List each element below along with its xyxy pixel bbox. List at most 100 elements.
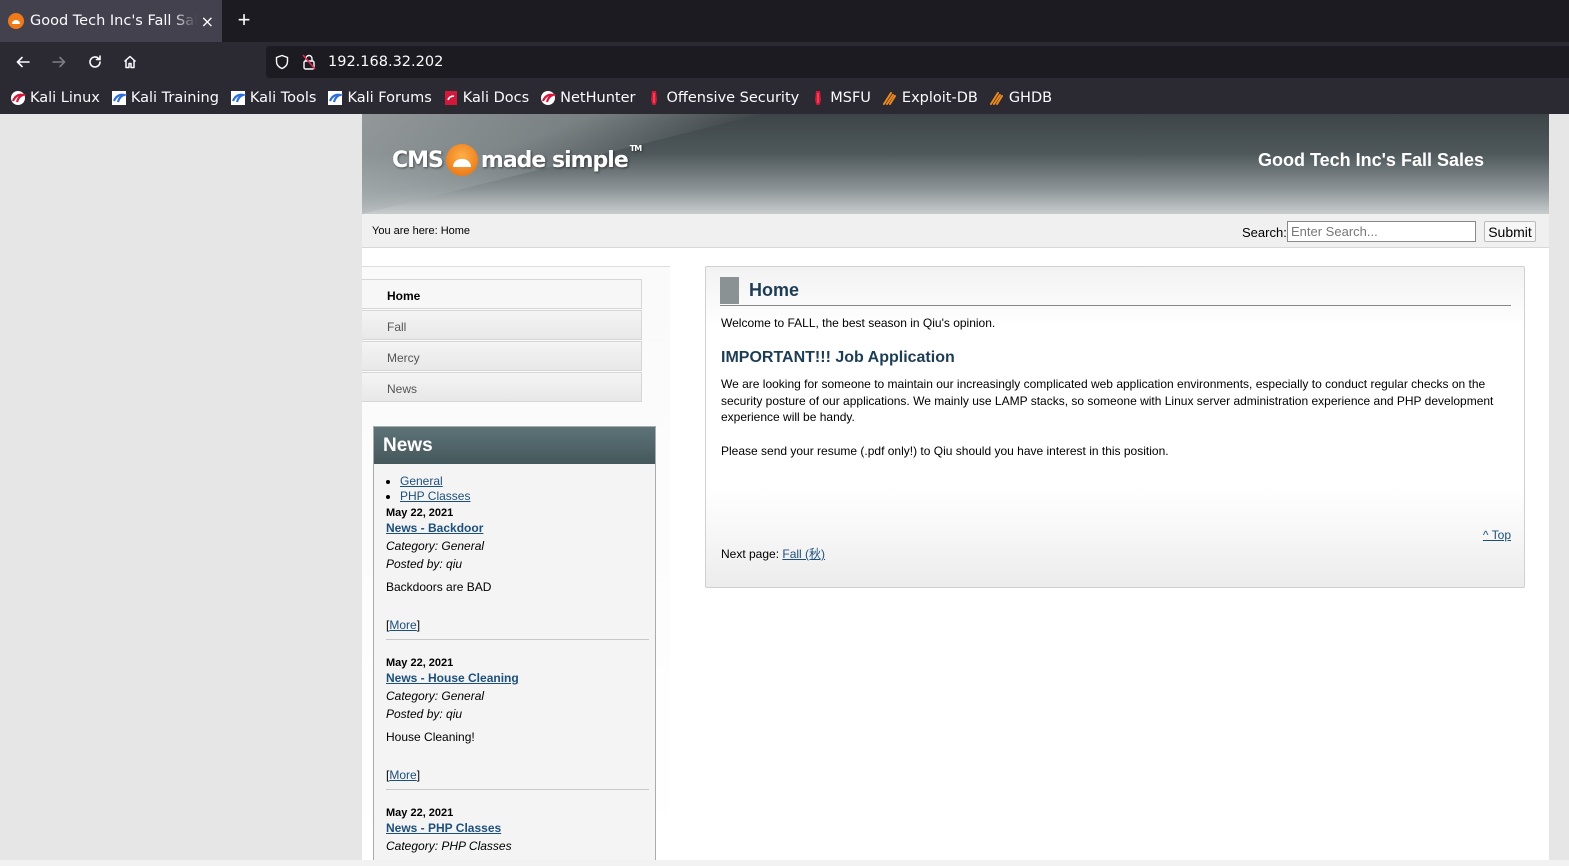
content-header: Home — [720, 277, 1511, 306]
bookmark-label: MSFU — [830, 90, 871, 106]
news-category: Category: PHP Classes — [386, 839, 512, 853]
bookmark-exploit-db[interactable]: Exploit-DB — [882, 90, 978, 106]
bookmark-kali-forums[interactable]: Kali Forums — [327, 90, 432, 106]
news-date: May 22, 2021 — [386, 807, 454, 819]
news-body: General PHP Classes May 22, 2021 News - … — [374, 464, 655, 860]
reload-button[interactable] — [83, 50, 107, 74]
kali-dragon-blue-icon — [327, 90, 344, 106]
bookmark-ghdb[interactable]: GHDB — [989, 90, 1052, 106]
kali-dragon-blue-icon — [230, 90, 246, 106]
cms-logo[interactable]: CMS made simple TM — [392, 144, 642, 176]
logo-trademark: TM — [629, 144, 642, 153]
nav-toolbar: 192.168.32.202 — [0, 42, 1569, 82]
bookmark-kali-linux[interactable]: Kali Linux — [10, 90, 100, 106]
heading-accent-bar — [720, 277, 739, 304]
insecure-lock-icon[interactable] — [302, 53, 318, 71]
welcome-text: Welcome to FALL, the best season in Qiu'… — [721, 316, 996, 330]
news-title-link[interactable]: News - PHP Classes — [386, 821, 649, 835]
news-title-link[interactable]: News - Backdoor — [386, 521, 649, 535]
job-heading: IMPORTANT!!! Job Application — [721, 348, 955, 366]
news-posted-by: Posted by: qiu — [386, 707, 463, 721]
exploitdb-orange-icon — [989, 90, 1005, 106]
breadcrumb: You are here: Home — [372, 225, 471, 237]
news-item: May 22, 2021 News - PHP Classes Category… — [386, 807, 649, 860]
page-viewport: CMS made simple TM Good Tech Inc's Fall … — [0, 114, 1569, 860]
news-more: [More] — [386, 618, 649, 632]
back-to-top-link[interactable]: ^ Top — [1483, 528, 1511, 542]
back-arrow-icon — [16, 56, 30, 68]
search-label: Search: — [1242, 225, 1287, 240]
search-submit-button[interactable]: Submit — [1484, 221, 1536, 242]
reload-icon — [89, 55, 101, 68]
main-content: Home Welcome to FALL, the best season in… — [705, 266, 1525, 588]
news-summary: House Cleaning! — [386, 730, 475, 744]
bookmark-label: Kali Linux — [30, 90, 100, 106]
news-category: Category: General — [386, 539, 485, 553]
more-link[interactable]: More — [389, 618, 416, 632]
search-input[interactable] — [1287, 221, 1476, 242]
logo-text-right: made simple — [480, 147, 629, 173]
bookmark-label: Kali Training — [130, 90, 219, 106]
page-container: CMS made simple TM Good Tech Inc's Fall … — [362, 114, 1549, 860]
back-button[interactable] — [11, 50, 35, 74]
news-title-link[interactable]: News - House Cleaning — [386, 671, 649, 685]
news-category-item: PHP Classes — [400, 489, 655, 503]
kali-dragon-blue-icon — [111, 90, 127, 106]
job-description: We are looking for someone to maintain o… — [721, 377, 1494, 424]
news-item: May 22, 2021 News - Backdoor Category: G… — [386, 507, 649, 640]
more-bracket-close: ] — [416, 768, 421, 782]
next-page: Next page: Fall (秋) — [721, 545, 825, 562]
news-date: May 22, 2021 — [386, 507, 454, 519]
menu-item-mercy[interactable]: Mercy — [362, 341, 642, 371]
offsec-red-icon — [646, 90, 662, 106]
site-title: Good Tech Inc's Fall Sales — [1257, 150, 1484, 170]
news-summary: Backdoors are BAD — [386, 580, 492, 594]
next-page-label: Next page: — [721, 547, 780, 561]
category-link-php-classes[interactable]: PHP Classes — [400, 489, 470, 503]
breadcrumb-bar: You are here: Home Search: Submit — [362, 214, 1549, 248]
forward-arrow-icon — [52, 56, 66, 68]
menu-item-home[interactable]: Home — [362, 279, 642, 309]
logo-text-left: CMS — [392, 147, 444, 173]
bookmark-label: Kali Docs — [462, 90, 530, 106]
news-date: May 22, 2021 — [386, 657, 454, 669]
browser-tab[interactable]: Good Tech Inc's Fall Sales × — [0, 0, 222, 42]
forward-button[interactable] — [47, 50, 71, 74]
news-category-item: General — [400, 474, 655, 488]
news-more: [More] — [386, 768, 649, 782]
exploitdb-orange-icon — [882, 90, 898, 106]
menu-item-fall[interactable]: Fall — [362, 310, 642, 340]
category-link-general[interactable]: General — [400, 474, 443, 488]
bookmark-kali-docs[interactable]: Kali Docs — [443, 90, 529, 106]
content-body: Welcome to FALL, the best season in Qiu'… — [721, 315, 1501, 476]
tracking-shield-icon[interactable] — [274, 53, 292, 71]
home-button[interactable] — [118, 50, 142, 74]
tab-bar: Good Tech Inc's Fall Sales × + — [0, 0, 1569, 42]
news-heading: News — [374, 427, 655, 464]
bookmark-label: Kali Tools — [249, 90, 317, 106]
bookmark-label: Kali Forums — [347, 90, 432, 106]
close-tab-icon[interactable]: × — [201, 12, 214, 31]
news-box: News General PHP Classes May 22, 2021 Ne… — [373, 426, 656, 860]
bookmark-offensive-security[interactable]: Offensive Security — [646, 90, 799, 106]
site-header: CMS made simple TM Good Tech Inc's Fall … — [362, 114, 1549, 214]
bookmark-kali-tools[interactable]: Kali Tools — [230, 90, 317, 106]
resume-instructions: Please send your resume (.pdf only!) to … — [721, 443, 1169, 458]
offsec-red-icon — [810, 90, 826, 106]
cms-favicon-icon — [8, 13, 24, 29]
bookmark-msfu[interactable]: MSFU — [810, 90, 871, 106]
next-page-link[interactable]: Fall (秋) — [782, 547, 825, 561]
kali-dragon-red-icon — [10, 90, 26, 106]
bookmark-kali-training[interactable]: Kali Training — [111, 90, 219, 106]
more-link[interactable]: More — [389, 768, 416, 782]
menu-item-news[interactable]: News — [362, 372, 642, 402]
new-tab-button[interactable]: + — [232, 8, 256, 32]
sidebar: HomeFallMercyNews News General PHP Class… — [362, 266, 670, 860]
bookmark-label: NetHunter — [560, 90, 636, 106]
bookmark-label: GHDB — [1008, 90, 1053, 106]
bookmark-label: Exploit-DB — [901, 90, 978, 106]
bookmark-nethunter[interactable]: NetHunter — [540, 90, 635, 106]
news-category: Category: General — [386, 689, 485, 703]
url-bar[interactable]: 192.168.32.202 — [266, 46, 1569, 78]
bookmark-label: Offensive Security — [666, 90, 800, 106]
